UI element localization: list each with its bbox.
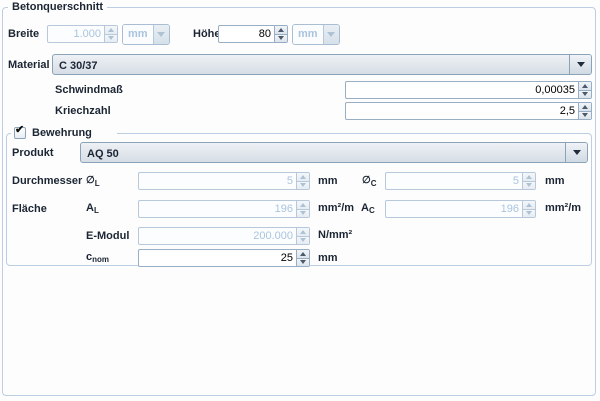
schwindmass-spinner[interactable] [578, 82, 591, 98]
hoehe-spinner[interactable] [274, 26, 287, 42]
durchmesser-label: Durchmesser [12, 175, 82, 187]
schwindmass-label: Schwindmaß [55, 84, 123, 96]
kriechzahl-value[interactable]: 2,5 [346, 103, 578, 119]
dia-l-value: 5 [139, 173, 296, 189]
dia-c-symbol: ∅C [362, 175, 377, 188]
a-c-field: 196 [385, 200, 536, 218]
spinner-down-icon[interactable] [579, 90, 591, 99]
bewehrung-checkbox[interactable]: ✔ [14, 127, 26, 139]
chevron-down-icon[interactable] [565, 143, 587, 162]
betonquerschnitt-panel: Betonquerschnitt Breite 1.000 mm Höhe 80… [0, 0, 600, 401]
schwindmass-field[interactable]: 0,00035 [345, 81, 592, 99]
a-l-value: 196 [139, 201, 296, 217]
cnom-value[interactable]: 25 [139, 250, 296, 266]
spinner-up-icon[interactable] [579, 103, 591, 111]
cnom-unit: mm [318, 252, 338, 264]
hoehe-value[interactable]: 80 [219, 26, 274, 42]
dia-l-field: 5 [138, 172, 310, 190]
breite-field: 1.000 [47, 25, 118, 43]
spinner-up-icon [523, 173, 535, 181]
breite-value: 1.000 [48, 26, 104, 42]
spinner-down-icon[interactable] [275, 34, 287, 43]
chevron-down-icon [154, 25, 169, 44]
produkt-combobox[interactable]: AQ 50 [80, 142, 588, 163]
material-combobox[interactable]: C 30/37 [52, 54, 592, 75]
breite-spinner [104, 26, 117, 42]
breite-label: Breite [8, 28, 39, 40]
flaeche-label: Fläche [12, 203, 47, 215]
spinner-down-icon [297, 181, 309, 190]
kriechzahl-field[interactable]: 2,5 [345, 102, 592, 120]
cnom-spinner[interactable] [296, 250, 309, 266]
a-l-spinner [296, 201, 309, 217]
kriechzahl-label: Kriechzahl [55, 105, 111, 117]
spinner-up-icon [297, 173, 309, 181]
spinner-up-icon[interactable] [297, 250, 309, 258]
dia-l-symbol: ∅L [86, 175, 100, 188]
hoehe-field[interactable]: 80 [218, 25, 288, 43]
spinner-down-icon[interactable] [297, 258, 309, 267]
produkt-value[interactable]: AQ 50 [81, 143, 565, 162]
a-c-value: 196 [386, 201, 522, 217]
dia-c-spinner [522, 173, 535, 189]
dia-l-spinner [296, 173, 309, 189]
a-c-unit: mm²/m [545, 202, 581, 214]
betonquerschnitt-title: Betonquerschnitt [8, 1, 107, 13]
produkt-label: Produkt [12, 147, 54, 159]
breite-unit-combobox: mm [122, 24, 170, 45]
dia-c-field: 5 [385, 172, 536, 190]
schwindmass-value[interactable]: 0,00035 [346, 82, 578, 98]
spinner-down-icon [297, 236, 309, 245]
hoehe-label: Höhe [193, 28, 221, 40]
material-label: Material [8, 59, 50, 71]
emodul-label: E-Modul [86, 230, 129, 242]
hoehe-unit-label: mm [293, 25, 324, 44]
a-c-symbol: AC [361, 202, 375, 215]
cnom-symbol: cnom [86, 251, 109, 264]
a-c-spinner [522, 201, 535, 217]
dia-c-unit: mm [545, 175, 565, 187]
emodul-value: 200.000 [139, 228, 296, 244]
a-l-field: 196 [138, 200, 310, 218]
spinner-up-icon [523, 201, 535, 209]
hoehe-unit-combobox: mm [292, 24, 340, 45]
spinner-up-icon [105, 26, 117, 34]
kriechzahl-spinner[interactable] [578, 103, 591, 119]
spinner-up-icon[interactable] [579, 82, 591, 90]
spinner-down-icon [523, 209, 535, 218]
cnom-field[interactable]: 25 [138, 249, 310, 267]
chevron-down-icon[interactable] [569, 55, 591, 74]
spinner-up-icon [297, 201, 309, 209]
emodul-unit: N/mm² [318, 229, 352, 241]
dia-c-value: 5 [386, 173, 522, 189]
a-l-symbol: AL [86, 202, 99, 215]
emodul-field: 200.000 [138, 227, 310, 245]
spinner-down-icon [523, 181, 535, 190]
bewehrung-title: Bewehrung [28, 127, 96, 139]
spinner-down-icon[interactable] [579, 111, 591, 120]
spinner-down-icon [297, 209, 309, 218]
spinner-down-icon [105, 34, 117, 43]
chevron-down-icon [324, 25, 339, 44]
material-value[interactable]: C 30/37 [53, 55, 569, 74]
a-l-unit: mm²/m [318, 202, 354, 214]
check-icon: ✔ [15, 124, 24, 136]
breite-unit-label: mm [123, 25, 154, 44]
spinner-up-icon[interactable] [275, 26, 287, 34]
emodul-spinner [296, 228, 309, 244]
dia-l-unit: mm [318, 175, 338, 187]
spinner-up-icon [297, 228, 309, 236]
